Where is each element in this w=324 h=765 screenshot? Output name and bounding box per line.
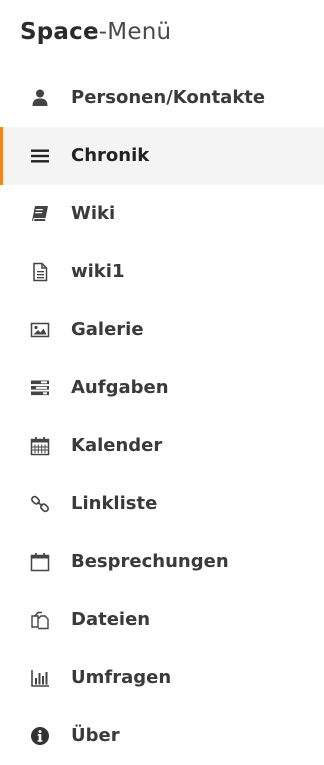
menu-item-label: Linkliste bbox=[71, 493, 158, 514]
menu-item-dateien[interactable]: Dateien bbox=[0, 591, 324, 649]
space-menu-list: Personen/Kontakte Chronik Wiki wiki1 Gal bbox=[0, 69, 324, 765]
menu-item-label: Umfragen bbox=[71, 667, 172, 688]
menu-item-besprechungen[interactable]: Besprechungen bbox=[0, 533, 324, 591]
menu-item-label: Wiki bbox=[71, 203, 116, 224]
menu-item-label: Kalender bbox=[71, 435, 163, 456]
menu-item-ueber[interactable]: Über bbox=[0, 707, 324, 765]
menu-item-chronik[interactable]: Chronik bbox=[0, 127, 324, 185]
menu-item-linkliste[interactable]: Linkliste bbox=[0, 475, 324, 533]
menu-item-label: Dateien bbox=[71, 609, 151, 630]
image-icon bbox=[30, 320, 50, 340]
space-menu-panel: Space-Menü Personen/Kontakte Chronik Wik… bbox=[0, 0, 324, 749]
book-icon bbox=[30, 204, 50, 224]
menu-item-label: Über bbox=[71, 725, 120, 746]
user-icon bbox=[30, 88, 50, 108]
menu-item-personen-kontakte[interactable]: Personen/Kontakte bbox=[0, 69, 324, 127]
link-icon bbox=[30, 494, 50, 514]
info-circle-icon bbox=[30, 726, 50, 746]
menu-item-wiki[interactable]: Wiki bbox=[0, 185, 324, 243]
files-icon bbox=[30, 610, 50, 630]
menu-item-kalender[interactable]: Kalender bbox=[0, 417, 324, 475]
tasks-icon bbox=[30, 378, 50, 398]
menu-item-aufgaben[interactable]: Aufgaben bbox=[0, 359, 324, 417]
space-menu-title: Space-Menü bbox=[20, 18, 171, 46]
bars-icon bbox=[30, 146, 50, 166]
title-strong: Space bbox=[20, 19, 99, 45]
menu-item-label: Chronik bbox=[71, 145, 150, 166]
title-light: -Menü bbox=[98, 19, 172, 45]
file-text-icon bbox=[30, 262, 50, 282]
menu-item-label: wiki1 bbox=[71, 261, 125, 282]
menu-item-label: Besprechungen bbox=[71, 551, 229, 572]
bar-chart-icon bbox=[30, 668, 50, 688]
menu-item-label: Personen/Kontakte bbox=[71, 87, 266, 108]
calendar-o-icon bbox=[30, 552, 50, 572]
menu-item-galerie[interactable]: Galerie bbox=[0, 301, 324, 359]
menu-item-umfragen[interactable]: Umfragen bbox=[0, 649, 324, 707]
menu-item-wiki1[interactable]: wiki1 bbox=[0, 243, 324, 301]
calendar-icon bbox=[30, 436, 50, 456]
menu-item-label: Aufgaben bbox=[71, 377, 169, 398]
menu-item-label: Galerie bbox=[71, 319, 144, 340]
